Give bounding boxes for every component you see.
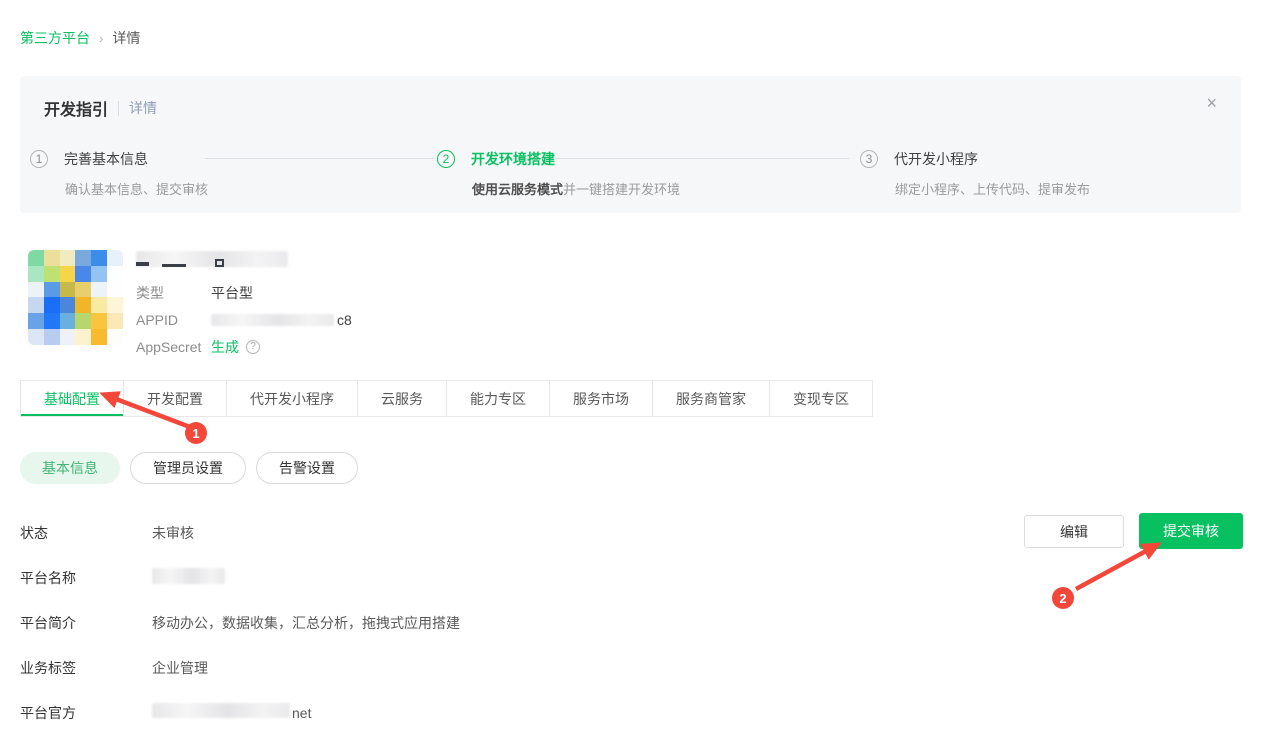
app-details: 类型 平台型 APPID c8 AppSecret 生成 ?: [136, 250, 352, 356]
guide-step-2: 2 开发环境搭建 使用云服务模式并一键搭建开发环境: [437, 149, 680, 198]
step-number-circle: 1: [30, 150, 48, 168]
subtab-admin-settings[interactable]: 管理员设置: [130, 452, 246, 484]
app-info-section: 类型 平台型 APPID c8 AppSecret 生成 ?: [28, 250, 352, 356]
action-buttons: 编辑 提交审核: [1024, 513, 1243, 549]
business-tag-label: 业务标签: [20, 658, 152, 678]
tab-cloud-service[interactable]: 云服务: [357, 381, 446, 416]
dev-guide-detail-link[interactable]: 详情: [129, 98, 157, 118]
edit-button[interactable]: 编辑: [1024, 515, 1124, 548]
redacted-name-fragment: [215, 259, 224, 267]
breadcrumb-current: 详情: [112, 28, 140, 48]
main-tab-bar: 基础配置 开发配置 代开发小程序 云服务 能力专区 服务市场 服务商管家 变现专…: [20, 380, 873, 417]
annotation-arrow-2: [1076, 551, 1146, 589]
guide-step-2-desc-strong: 使用云服务模式: [472, 182, 563, 197]
redacted-platform-official: [152, 703, 290, 718]
redacted-name-fragment: [136, 262, 149, 266]
submit-review-button[interactable]: 提交审核: [1139, 513, 1243, 549]
tab-dev-config[interactable]: 开发配置: [123, 381, 226, 416]
dev-guide-header: 开发指引 详情: [44, 96, 157, 120]
guide-step-3-desc: 绑定小程序、上传代码、提审发布: [895, 179, 1090, 198]
business-tag-row: 业务标签 企业管理: [20, 658, 1020, 678]
status-row: 状态 未审核: [20, 523, 1020, 543]
app-type-row: 类型 平台型: [136, 284, 352, 302]
platform-intro-value: 移动办公，数据收集，汇总分析，拖拽式应用搭建: [152, 613, 460, 633]
step-connector: [205, 158, 435, 159]
dev-guide-title: 开发指引: [44, 96, 108, 120]
annotation-badge-1: 1: [185, 422, 207, 444]
platform-intro-row: 平台简介 移动办公，数据收集，汇总分析，拖拽式应用搭建: [20, 613, 1020, 633]
platform-official-suffix: net: [292, 703, 311, 723]
platform-official-label: 平台官方: [20, 703, 152, 723]
platform-intro-label: 平台简介: [20, 613, 152, 633]
app-secret-label: AppSecret: [136, 338, 211, 356]
guide-step-2-desc-rest: 并一键搭建开发环境: [563, 182, 680, 197]
tab-provider-manager[interactable]: 服务商管家: [652, 381, 769, 416]
breadcrumb-separator-icon: ›: [99, 31, 103, 46]
basic-info-form: 状态 未审核 平台名称 平台简介 移动办公，数据收集，汇总分析，拖拽式应用搭建 …: [20, 516, 1020, 748]
redacted-platform-name: [152, 568, 225, 584]
app-appid-label: APPID: [136, 311, 211, 329]
app-name-redacted: [136, 250, 294, 268]
business-tag-value: 企业管理: [152, 658, 208, 678]
guide-step-2-head: 2 开发环境搭建: [437, 149, 680, 169]
tab-service-market[interactable]: 服务市场: [549, 381, 652, 416]
tab-delegated-miniprogram[interactable]: 代开发小程序: [226, 381, 357, 416]
step-number-circle: 2: [437, 150, 455, 168]
subtab-alert-settings[interactable]: 告警设置: [256, 452, 358, 484]
redacted-block: [136, 251, 288, 267]
app-appid-suffix: c8: [337, 311, 352, 329]
platform-name-label: 平台名称: [20, 568, 152, 588]
app-type-value: 平台型: [211, 284, 253, 302]
guide-step-1-title: 完善基本信息: [64, 149, 148, 169]
guide-step-1-head: 1 完善基本信息: [30, 149, 208, 169]
dev-guide-panel: 开发指引 详情 × 1 完善基本信息 确认基本信息、提交审核 2 开发环境搭建 …: [20, 76, 1241, 213]
guide-step-3-head: 3 代开发小程序: [860, 149, 1090, 169]
close-icon[interactable]: ×: [1206, 94, 1217, 112]
tab-monetization-zone[interactable]: 变现专区: [769, 381, 872, 416]
guide-step-3-title: 代开发小程序: [894, 149, 978, 169]
redacted-name-fragment: [162, 264, 186, 267]
app-type-label: 类型: [136, 284, 211, 302]
redacted-appid-block: [211, 314, 334, 326]
status-label: 状态: [20, 523, 152, 543]
app-appid-row: APPID c8: [136, 311, 352, 329]
breadcrumb: 第三方平台 › 详情: [20, 28, 140, 48]
sub-tab-bar: 基本信息 管理员设置 告警设置: [20, 452, 358, 484]
guide-step-1: 1 完善基本信息 确认基本信息、提交审核: [30, 149, 208, 198]
platform-official-row: 平台官方 net: [20, 703, 1020, 723]
guide-step-2-title: 开发环境搭建: [471, 149, 555, 169]
divider: [118, 101, 119, 116]
tab-basic-config[interactable]: 基础配置: [21, 381, 123, 416]
guide-step-1-desc: 确认基本信息、提交审核: [65, 179, 208, 198]
platform-name-row: 平台名称: [20, 568, 1020, 588]
help-icon[interactable]: ?: [246, 340, 260, 354]
subtab-basic-info[interactable]: 基本信息: [20, 452, 120, 484]
step-number-circle: 3: [860, 150, 878, 168]
breadcrumb-root-link[interactable]: 第三方平台: [20, 28, 90, 48]
app-secret-row: AppSecret 生成 ?: [136, 338, 352, 356]
tab-capability-zone[interactable]: 能力专区: [446, 381, 549, 416]
guide-step-2-desc: 使用云服务模式并一键搭建开发环境: [472, 179, 680, 198]
annotation-badge-2: 2: [1052, 587, 1074, 609]
third-party-platform-detail-page: 第三方平台 › 详情 开发指引 详情 × 1 完善基本信息 确认基本信息、提交审…: [0, 0, 1274, 749]
guide-step-3: 3 代开发小程序 绑定小程序、上传代码、提审发布: [860, 149, 1090, 198]
status-value: 未审核: [152, 523, 194, 543]
app-avatar: [28, 250, 123, 345]
generate-secret-link[interactable]: 生成: [211, 338, 239, 356]
